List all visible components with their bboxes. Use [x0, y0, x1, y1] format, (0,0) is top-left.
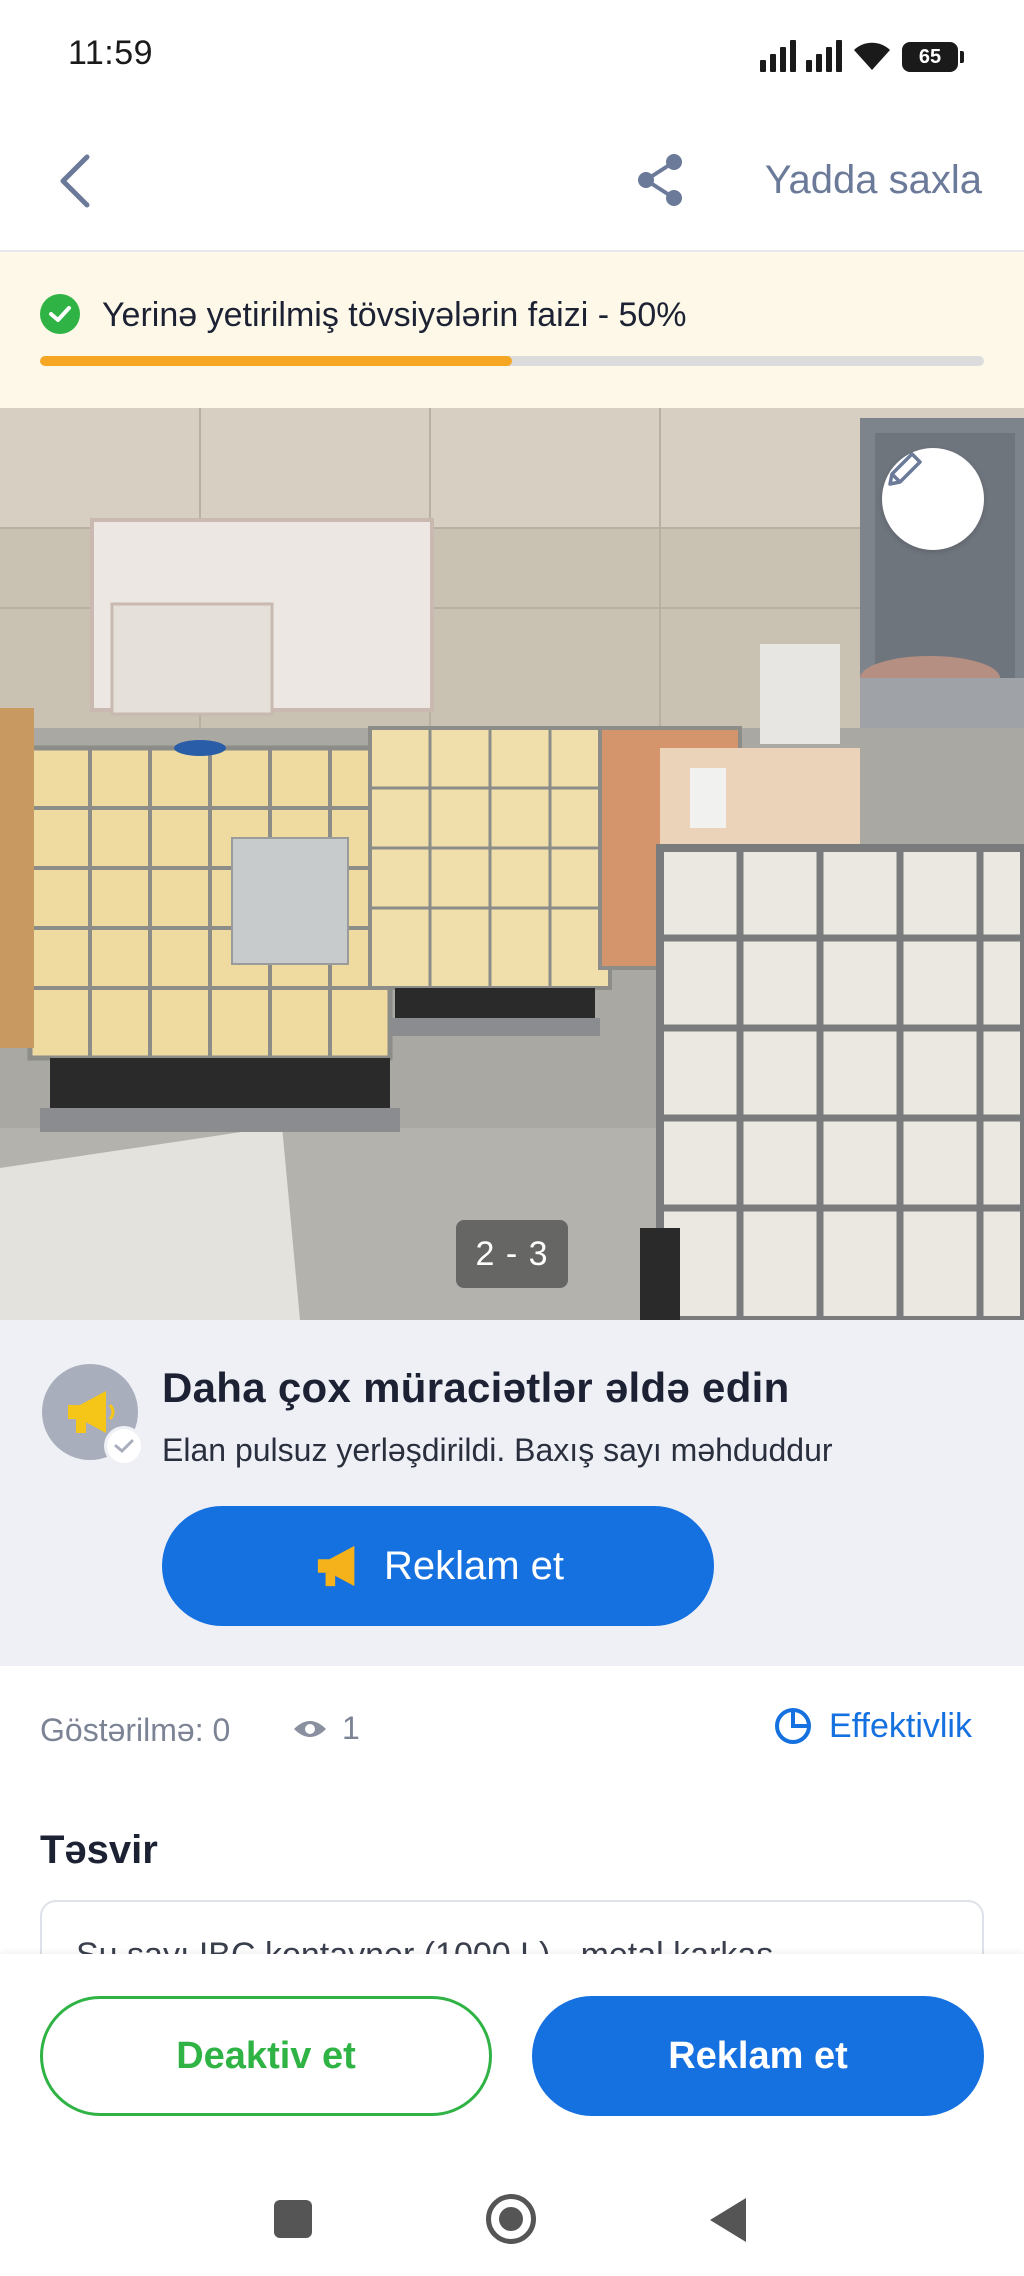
- eye-icon: [294, 1720, 326, 1737]
- status-icons: 65: [760, 34, 964, 72]
- impressions-count: Göstərilmə: 0: [40, 1712, 231, 1748]
- pencil-icon: [888, 452, 922, 486]
- progress-text: Yerinə yetirilmiş tövsiyələrin faizi - 5…: [102, 296, 687, 334]
- views-value: 1: [342, 1710, 360, 1746]
- deactivate-button[interactable]: Deaktiv et: [40, 1996, 492, 2116]
- save-button[interactable]: Yadda saxla: [765, 158, 982, 203]
- top-navigation: Yadda saxla: [0, 108, 1024, 252]
- pie-chart-icon: [775, 1708, 812, 1744]
- progress-bar-fill: [40, 356, 512, 366]
- megaphone-icon: [68, 1391, 115, 1433]
- battery-icon: 65: [902, 42, 964, 72]
- listing-photo[interactable]: 2 - 3: [0, 408, 1024, 1320]
- advertise-button[interactable]: Reklam et: [532, 1996, 984, 2116]
- promotion-card: Daha çox müraciətlər əldə edin Elan puls…: [0, 1320, 1024, 1666]
- description-heading: Təsvir: [40, 1828, 158, 1872]
- back-button[interactable]: [44, 146, 104, 216]
- promote-button-label: Reklam et: [383, 1543, 565, 1588]
- wifi-icon: [854, 42, 890, 70]
- status-time: 11:59: [68, 34, 154, 72]
- recommendations-progress-banner[interactable]: Yerinə yetirilmiş tövsiyələrin faizi - 5…: [0, 252, 1024, 408]
- share-button[interactable]: [630, 148, 690, 212]
- signal-icon: [806, 40, 842, 72]
- effectiveness-label: Effektivlik: [829, 1706, 972, 1745]
- edit-photo-button[interactable]: [882, 448, 984, 550]
- signal-icon: [760, 40, 796, 72]
- photo-counter: 2 - 3: [456, 1220, 568, 1288]
- battery-level: 65: [918, 45, 942, 68]
- check-circle-icon: [40, 294, 80, 334]
- promote-button[interactable]: Reklam et: [162, 1506, 714, 1626]
- progress-bar: [40, 356, 984, 366]
- chevron-left-icon: [60, 154, 90, 208]
- home-icon[interactable]: [486, 2194, 536, 2244]
- share-icon: [638, 154, 682, 206]
- promo-title: Daha çox müraciətlər əldə edin: [162, 1364, 790, 1411]
- megaphone-icon: [317, 1545, 355, 1587]
- stats-row: Göstərilmə: 0 1 Effektivlik: [0, 1666, 1024, 1796]
- megaphone-avatar: [42, 1364, 144, 1466]
- promo-subtitle: Elan pulsuz yerləşdirildi. Baxış sayı mə…: [162, 1432, 833, 1468]
- back-triangle-icon[interactable]: [710, 2198, 746, 2242]
- recent-apps-icon[interactable]: [274, 2200, 312, 2238]
- status-bar: 11:59 65: [0, 0, 1024, 108]
- views-count: 1: [292, 1710, 360, 1747]
- system-navigation-bar: [0, 2166, 1024, 2276]
- verified-badge-icon: [104, 1426, 144, 1466]
- effectiveness-link[interactable]: Effektivlik: [773, 1706, 972, 1746]
- photo-illustration: [0, 408, 1024, 1320]
